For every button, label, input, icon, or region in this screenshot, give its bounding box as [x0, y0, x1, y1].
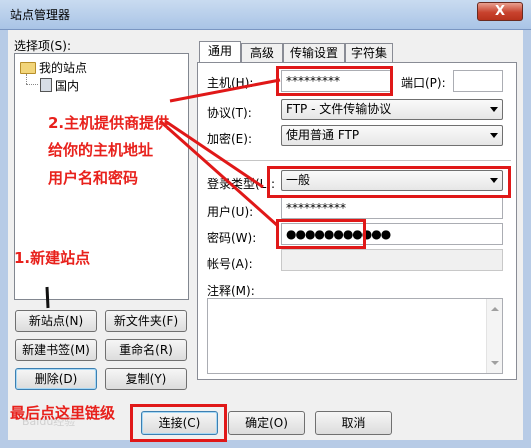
annotation-arrows [45, 78, 281, 309]
annotation-step2-line2: 给你的主机地址 [48, 141, 154, 159]
annotation-line-host [169, 78, 281, 103]
annotation-step2-line1: 2.主机提供商提供 [48, 114, 170, 132]
annotation-step2-line3: 用户名和密码 [48, 169, 139, 187]
annotation-line-password [159, 119, 279, 228]
highlight-connect [130, 404, 227, 442]
highlight-host [276, 66, 393, 96]
annotation-pointer-new-site [45, 286, 50, 309]
annotation-last-step: 最后点这里链级 [10, 404, 116, 422]
annotation-step1: 1.新建站点 [14, 249, 91, 267]
highlight-password [276, 219, 366, 249]
highlight-logon-type [267, 166, 511, 198]
annotation-line-logon [164, 119, 264, 189]
